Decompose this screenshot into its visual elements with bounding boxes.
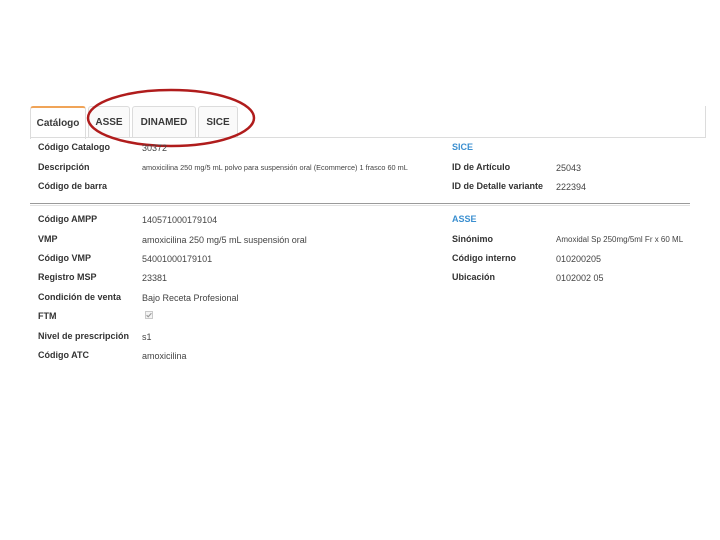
descripcion-value: amoxicilina 250 mg/5 mL polvo para suspe… [142,163,408,172]
vmp-value: amoxicilina 250 mg/5 mL suspensión oral [142,235,307,245]
section-divider [30,203,690,204]
sice-section-title: SICE [452,142,474,152]
id-detalle-value: 222394 [556,182,587,192]
nivel-prescripcion-label: Nivel de prescripción [38,331,130,341]
codigo-vmp-value: 54001000179101 [142,254,213,264]
codigo-barra-label: Código de barra [38,181,108,191]
codigo-ampp-label: Código AMPP [38,214,98,224]
codigo-catalogo-label: Código Catalogo [38,142,110,152]
codigo-interno-label: Código interno [452,253,516,263]
codigo-atc-value: amoxicilina [142,351,187,361]
ubicacion-value: 0102002 05 [556,273,604,283]
asse-section-title: ASSE [452,214,477,224]
registro-msp-value: 23381 [142,273,168,283]
id-detalle-label: ID de Detalle variante [452,181,544,191]
ubicacion-label: Ubicación [452,272,496,282]
codigo-ampp-value: 140571000179104 [142,215,218,225]
sinonimo-value: Amoxidal Sp 250mg/5ml Fr x 60 ML [556,235,684,244]
condicion-venta-label: Condición de venta [38,292,122,302]
annotation-oval [86,88,256,148]
ftm-checkbox[interactable] [145,311,153,319]
codigo-catalogo-value: 30372 [142,143,168,153]
id-articulo-value: 25043 [556,163,582,173]
vmp-label: VMP [38,234,58,244]
codigo-vmp-label: Código VMP [38,253,91,263]
codigo-atc-label: Código ATC [38,350,89,360]
codigo-interno-value: 010200205 [556,254,602,264]
section-divider-shadow [30,205,690,206]
id-articulo-label: ID de Artículo [452,162,511,172]
panel-edge [705,106,706,138]
condicion-venta-value: Bajo Receta Profesional [142,293,239,303]
sinonimo-label: Sinónimo [452,234,493,244]
registro-msp-label: Registro MSP [38,272,97,282]
descripcion-label: Descripción [38,162,90,172]
nivel-prescripcion-value: s1 [142,332,152,342]
ftm-label: FTM [38,311,57,321]
tab-catalogo[interactable]: Catálogo [30,106,86,139]
